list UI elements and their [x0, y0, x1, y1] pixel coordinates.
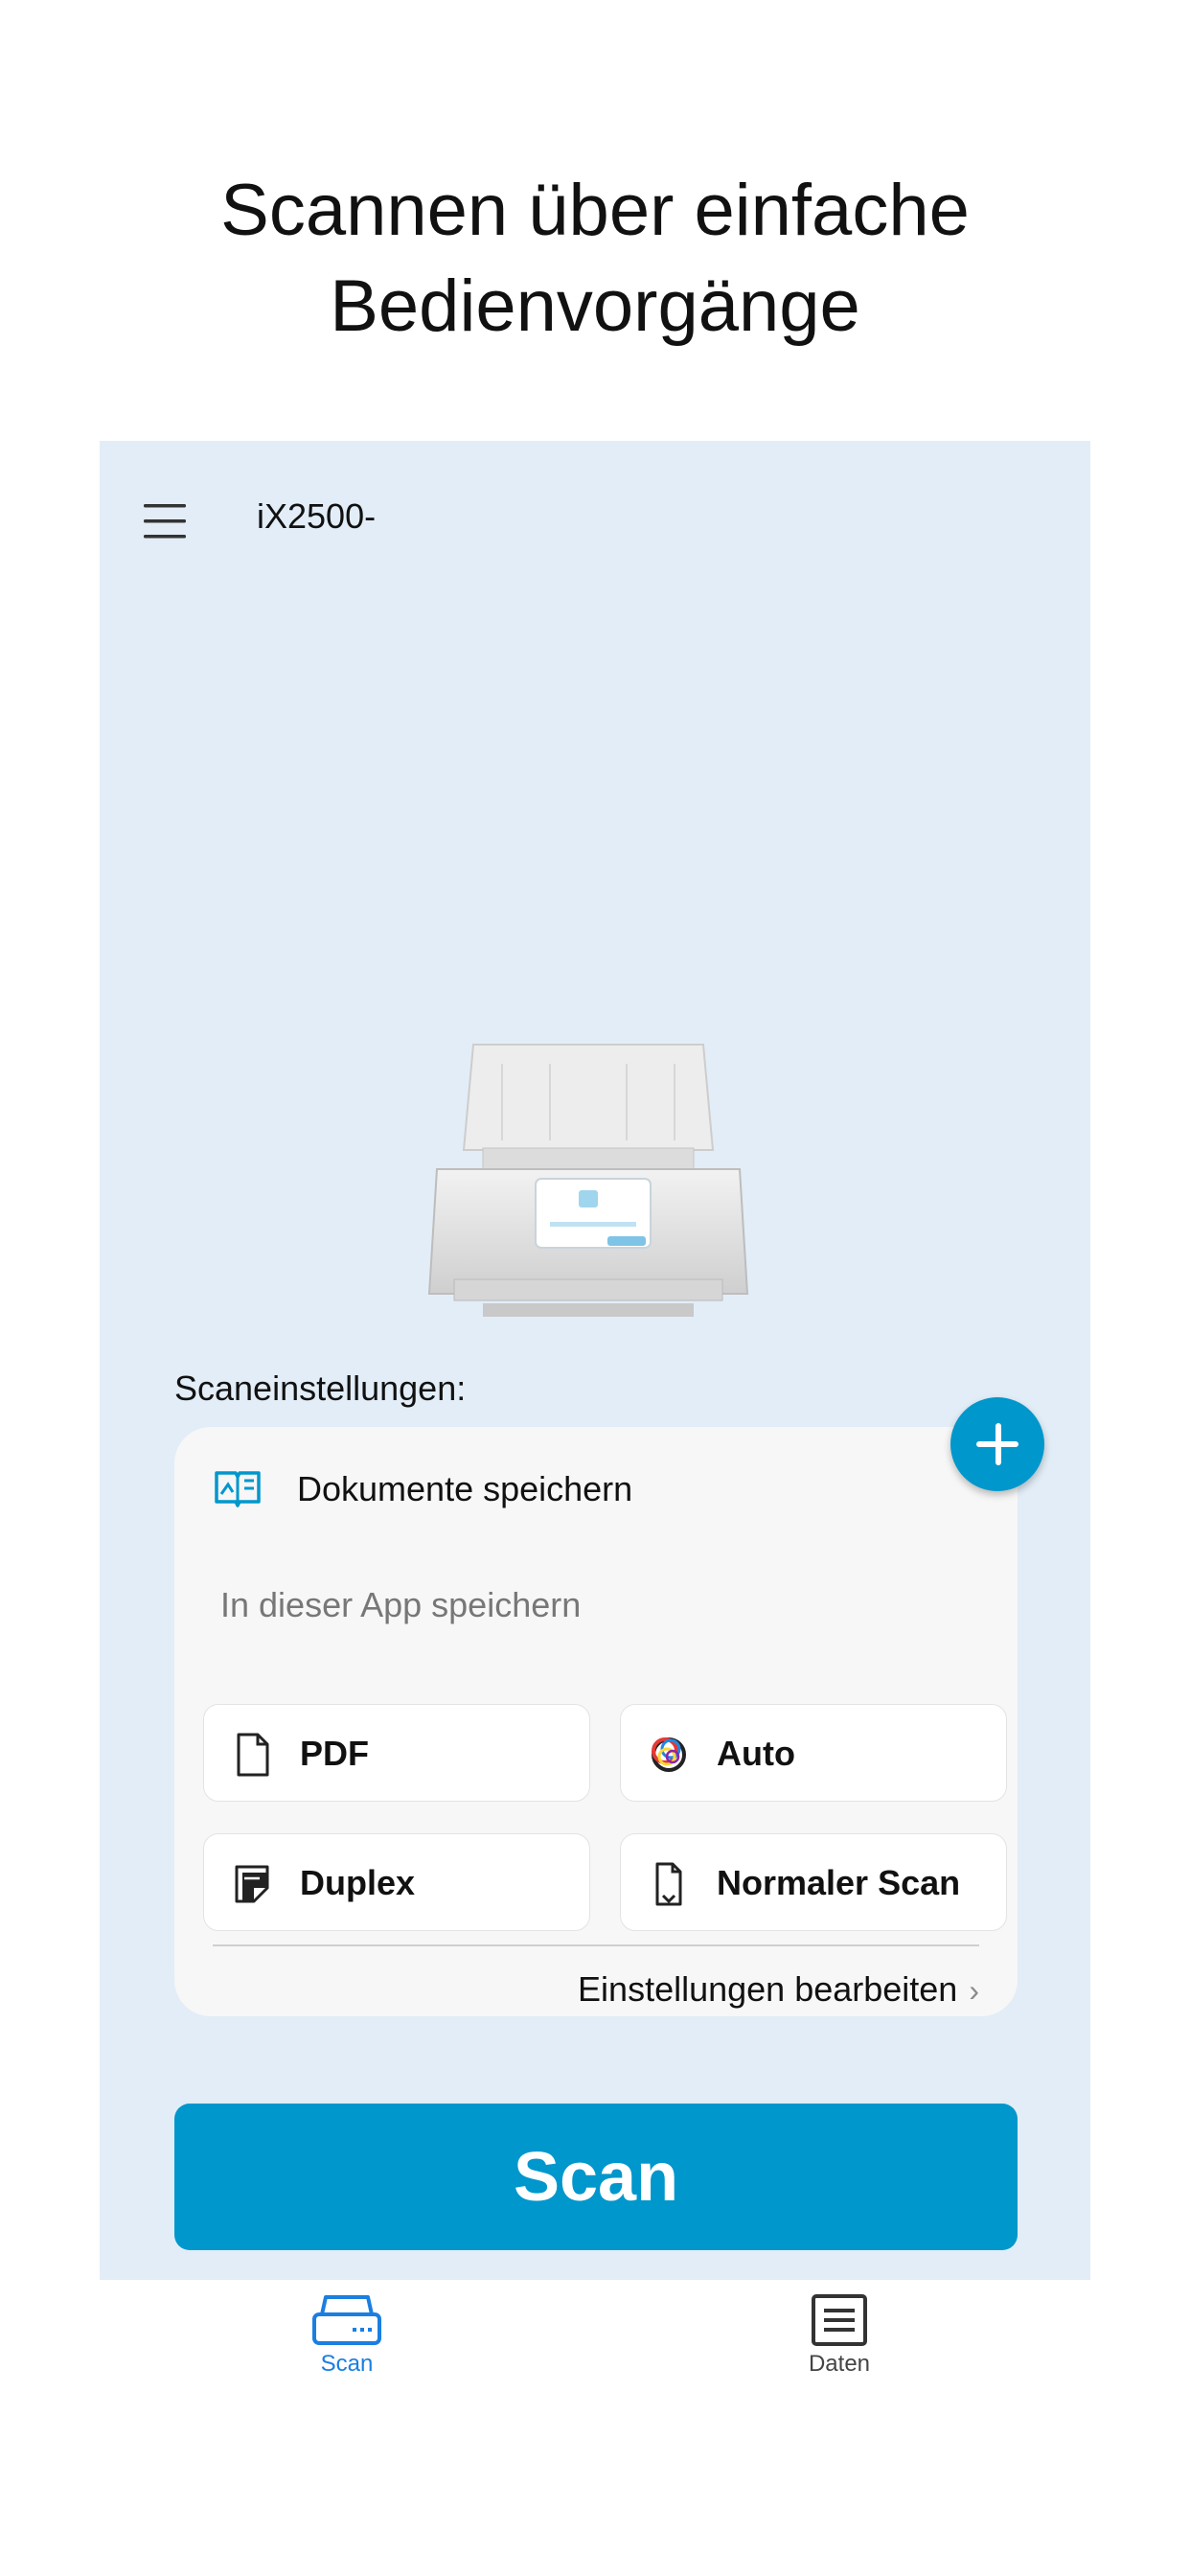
tab-data[interactable]: Daten	[744, 2293, 935, 2378]
device-name[interactable]: iX2500-	[257, 496, 376, 537]
tab-scan-label: Scan	[320, 2351, 374, 2377]
scan-profile-card[interactable]: Dokumente speichern In dieser App speich…	[174, 1427, 1018, 2016]
tab-data-label: Daten	[808, 2351, 871, 2377]
tab-bar: Scan Daten	[100, 2280, 1090, 2404]
plus-icon	[976, 1423, 1018, 1465]
color-mode-icon	[652, 1737, 686, 1772]
open-book-icon	[213, 1467, 263, 1509]
list-icon	[812, 2294, 867, 2346]
profile-name: Dokumente speichern	[297, 1469, 633, 1508]
promo-headline-line-2: Bedienvorgänge	[330, 265, 860, 347]
tab-scan[interactable]: Scan	[251, 2293, 443, 2378]
scanner-image	[425, 1035, 751, 1327]
save-location: In dieser App speichern	[220, 1585, 582, 1624]
option-scan-mode-label: Normaler Scan	[717, 1863, 961, 1902]
hamburger-menu-icon	[144, 504, 186, 539]
option-color-mode-label: Auto	[717, 1734, 795, 1773]
option-scan-side[interactable]: Duplex	[203, 1833, 590, 1931]
option-color-mode[interactable]: Auto	[620, 1704, 1007, 1802]
option-scan-side-label: Duplex	[300, 1863, 416, 1902]
chevron-right-icon: ›	[969, 1973, 979, 2008]
scan-button[interactable]: Scan	[174, 2104, 1018, 2250]
option-file-format[interactable]: PDF	[203, 1704, 590, 1802]
option-scan-mode[interactable]: Normaler Scan	[620, 1833, 1007, 1931]
promo-headline-line-1: Scannen über einfache	[220, 170, 970, 251]
duplex-icon	[235, 1865, 269, 1903]
scan-settings-label: Scaneinstellungen:	[174, 1368, 467, 1408]
promo-headline: Scannen über einfache Bedienvorgänge	[0, 163, 1190, 355]
scanner-icon	[312, 2295, 381, 2345]
add-profile-button[interactable]	[950, 1397, 1044, 1491]
edit-settings-link[interactable]: Einstellungen bearbeiten ›	[578, 1969, 979, 2010]
menu-button[interactable]	[142, 498, 188, 544]
app-screen: iX2500- Scaneinstellungen: Dokumente spe…	[100, 441, 1090, 2280]
normal-scan-icon	[655, 1862, 682, 1906]
edit-settings-label: Einstellungen bearbeiten	[578, 1969, 958, 2009]
option-file-format-label: PDF	[300, 1734, 369, 1773]
document-icon	[237, 1733, 269, 1777]
card-divider	[213, 1944, 979, 1946]
app-bar: iX2500-	[100, 441, 1090, 594]
